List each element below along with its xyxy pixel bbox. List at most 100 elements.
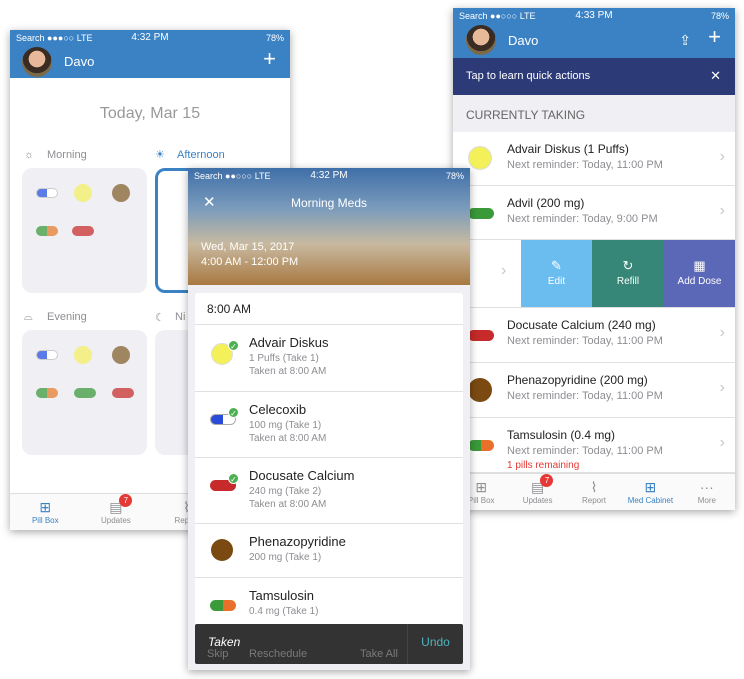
avatar[interactable] <box>22 47 52 77</box>
morning-box[interactable] <box>22 168 147 293</box>
night-label: Ni <box>175 311 186 323</box>
list-item[interactable]: Advair Diskus (1 Puffs) Next reminder: To… <box>453 132 735 186</box>
pill <box>74 346 92 364</box>
med-name: Phenazopyridine <box>249 534 346 549</box>
meds-card: 8:00 AM ✓ Advair Diskus 1 Puffs (Take 1) T… <box>195 293 463 662</box>
plus-icon[interactable]: + <box>708 24 721 50</box>
list-item[interactable]: Advil (200 mg) Next reminder: Today, 9:00… <box>453 186 735 240</box>
user-name: Davo <box>508 33 539 48</box>
undo-button[interactable]: Undo <box>407 624 463 664</box>
medkit-icon: ⊞ <box>644 479 657 495</box>
list-item[interactable]: Docusate Calcium (240 mg) Next reminder: … <box>453 308 735 363</box>
check-icon: ✓ <box>228 407 239 418</box>
pill <box>36 388 58 398</box>
dose: 240 mg (Take 2) <box>249 486 322 497</box>
refill-button[interactable]: ↻ Refill <box>592 240 664 307</box>
share-icon[interactable]: ⇪ <box>679 32 691 49</box>
pill-icon <box>468 208 494 219</box>
taken-time: Taken at 8:00 AM <box>249 499 327 510</box>
pill <box>36 188 58 198</box>
pill <box>72 226 94 236</box>
add-dose-label: Add Dose <box>677 276 722 287</box>
med-name: Advair Diskus <box>249 335 329 350</box>
tab-label: Pill Box <box>31 516 59 525</box>
reminder: Next reminder: Today, 11:00 PM <box>507 159 663 171</box>
list-item[interactable]: Phenazopyridine (200 mg) Next reminder: T… <box>453 363 735 418</box>
toast-text: Taken <box>208 635 241 649</box>
med-item[interactable]: Phenazopyridine 200 mg (Take 1) <box>195 524 463 578</box>
quick-actions-banner[interactable]: Tap to learn quick actions ✕ <box>453 58 735 95</box>
dose: 1 Puffs (Take 1) <box>249 353 319 364</box>
taken-toast: Taken Undo <box>195 624 463 664</box>
more-icon: ··· <box>699 479 714 495</box>
chevron-right-icon: › <box>719 434 725 451</box>
pill <box>36 226 58 236</box>
list-item[interactable]: Tamsulosin (0.4 mg) Next reminder: Today,… <box>453 418 735 473</box>
reminder: Next reminder: Today, 11:00 PM <box>507 335 663 347</box>
plus-icon[interactable]: + <box>263 46 276 72</box>
tab-more[interactable]: ··· More <box>679 474 735 510</box>
med-item[interactable]: ✓ Celecoxib 100 mg (Take 1) Taken at 8:00 … <box>195 392 463 458</box>
med-name: Tamsulosin (0.4 mg) <box>507 428 616 442</box>
tab-label: Med Cabinet <box>627 496 674 505</box>
pill <box>74 184 92 202</box>
status-bar: Search ●●○○○ LTE 4:33 PM 78% <box>453 8 735 23</box>
med-name: Celecoxib <box>249 402 307 417</box>
med-name: Docusate Calcium <box>249 468 355 483</box>
med-name: Tamsulosin <box>249 588 315 603</box>
close-icon[interactable]: ✕ <box>710 68 721 84</box>
afternoon-label: Afternoon <box>177 149 225 161</box>
status-bar: Search ●●●○○ LTE 4:32 PM 78% <box>10 30 290 45</box>
reminder: Next reminder: Today, 11:00 PM <box>507 390 663 402</box>
pills-remaining-warning: 1 pills remaining <box>507 460 580 471</box>
chevron-right-icon: › <box>719 324 725 341</box>
reminder: Next reminder: Today, 9:00 PM <box>507 213 658 225</box>
med-item[interactable]: ✓ Advair Diskus 1 Puffs (Take 1) Taken at … <box>195 325 463 392</box>
avatar[interactable] <box>466 25 496 55</box>
clock: 4:32 PM <box>310 170 348 181</box>
pill-icon <box>210 600 236 611</box>
edit-label: Edit <box>547 276 566 287</box>
med-item[interactable]: Tamsulosin 0.4 mg (Take 1) <box>195 578 463 628</box>
tab-updates[interactable]: ▤ 7 Updates <box>81 494 152 530</box>
edit-icon: ✎ <box>551 258 562 273</box>
pill-icon <box>211 539 233 561</box>
sunrise-icon: ☼ <box>24 149 35 161</box>
screen-title: Morning Meds <box>290 196 368 210</box>
tab-label: Updates <box>522 496 553 505</box>
tab-label: Updates <box>100 516 131 525</box>
pill-icon <box>468 378 492 402</box>
pill-icon <box>468 146 492 170</box>
pill <box>112 388 134 398</box>
refresh-icon: ↻ <box>622 258 634 273</box>
tab-report[interactable]: ⌇ Report <box>566 474 622 510</box>
swiped-row[interactable]: › ✎ Edit ↻ Refill ▦ Add Dose <box>453 240 735 308</box>
tab-label: More <box>697 496 716 505</box>
med-name: Docusate Calcium (240 mg) <box>507 318 656 332</box>
med-cabinet-screen: Search ●●○○○ LTE 4:33 PM 78% Davo ⇪ + Tap … <box>453 8 735 510</box>
section-header: CURRENTLY TAKING <box>466 108 586 122</box>
refill-label: Refill <box>616 276 640 287</box>
pill <box>112 184 130 202</box>
med-item[interactable]: ✓ Docusate Calcium 240 mg (Take 2) Taken a… <box>195 458 463 524</box>
clock: 4:32 PM <box>131 32 169 43</box>
tab-bar: ⊞ Pill Box ▤ 7 Updates ⌇ Report ⊞ Med Cabinet… <box>453 473 735 510</box>
date: Wed, Mar 15, 2017 <box>201 241 295 253</box>
chevron-right-icon: › <box>719 202 725 219</box>
check-icon: ✓ <box>228 340 239 351</box>
tab-updates[interactable]: ▤ 7 Updates <box>509 474 565 510</box>
time-range: 4:00 AM - 12:00 PM <box>201 256 299 268</box>
pill <box>74 388 96 398</box>
taken-time: Taken at 8:00 AM <box>249 366 327 377</box>
morning-meds-screen: Search ●●○○○ LTE 4:32 PM 78% ✕ Morning Med… <box>188 168 470 670</box>
add-dose-button[interactable]: ▦ Add Dose <box>664 240 735 307</box>
clock: 4:33 PM <box>575 10 613 21</box>
moon-icon: ☾ <box>155 312 165 324</box>
banner-text: Tap to learn quick actions <box>466 70 591 82</box>
evening-box[interactable] <box>22 330 147 455</box>
user-name: Davo <box>64 54 95 69</box>
tab-med-cabinet[interactable]: ⊞ Med Cabinet <box>622 474 678 510</box>
tab-pill-box[interactable]: ⊞ Pill Box <box>10 494 81 530</box>
pill-icon <box>468 440 494 451</box>
edit-button[interactable]: ✎ Edit <box>521 240 592 307</box>
